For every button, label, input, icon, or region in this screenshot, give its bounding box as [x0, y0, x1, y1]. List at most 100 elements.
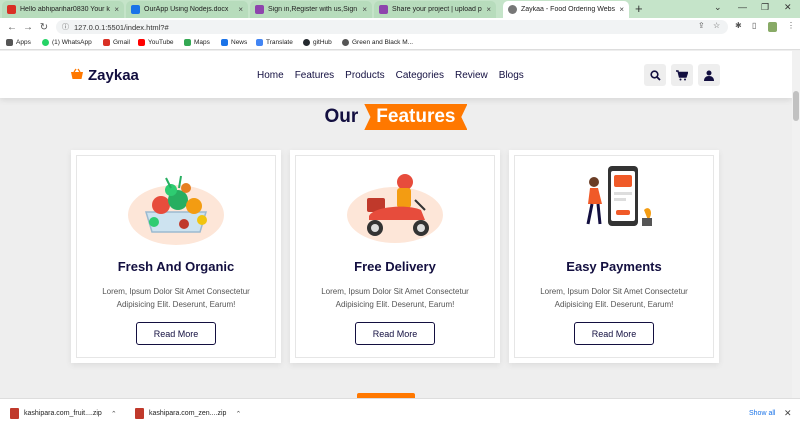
nav-home[interactable]: Home: [257, 70, 284, 81]
feature-card-delivery: Free Delivery Lorem, Ipsum Dolor Sit Ame…: [290, 150, 500, 363]
forward-icon[interactable]: →: [20, 22, 36, 33]
back-icon[interactable]: ←: [4, 22, 20, 33]
bookmark-label: News: [231, 39, 248, 46]
browser-tab[interactable]: OurApp Using Nodejs.docx ×: [126, 1, 248, 18]
download-filename: kashipara.com_zen....zip: [149, 410, 227, 417]
sidebar-icon[interactable]: ▯: [752, 21, 756, 30]
bookmark-gmail[interactable]: Gmail: [103, 39, 130, 46]
browser-toolbar: ← → ↻ ⓘ 127.0.0.1:5501/index.html?# ⇪ ☆ …: [0, 18, 800, 36]
show-all-link[interactable]: Show all: [749, 410, 775, 417]
info-icon[interactable]: ⓘ: [62, 22, 69, 32]
bookmark-translate[interactable]: Translate: [256, 39, 293, 46]
close-icon[interactable]: ×: [619, 5, 624, 14]
tab-label: Hello abhiparihar0830 Your kash...: [20, 6, 110, 13]
restore-icon[interactable]: ❐: [761, 2, 769, 13]
downloads-bar: kashipara.com_fruit....zip ⌃ kashipara.c…: [0, 398, 800, 429]
tab-label: OurApp Using Nodejs.docx: [144, 6, 229, 13]
read-more-button[interactable]: Read More: [574, 322, 654, 345]
browser-tab[interactable]: Sign in,Register with us,Sign Up... ×: [250, 1, 372, 18]
tab-label: Sign in,Register with us,Sign Up...: [268, 6, 358, 13]
zip-file-icon: [10, 408, 19, 419]
github-icon: [303, 39, 310, 46]
read-more-button[interactable]: Read More: [355, 322, 435, 345]
nav-categories[interactable]: Categories: [396, 70, 444, 81]
cart-button[interactable]: [671, 64, 693, 86]
youtube-icon: [138, 39, 145, 46]
nav-blogs[interactable]: Blogs: [499, 70, 524, 81]
bookmark-green-black[interactable]: Green and Black M...: [342, 39, 413, 46]
apps-grid-icon: [6, 39, 13, 46]
page-viewport: Zaykaa Home Features Products Categories…: [0, 51, 792, 398]
card-description: Lorem, Ipsum Dolor Sit Amet Consectetur …: [321, 287, 469, 309]
card-title: Fresh And Organic: [117, 259, 235, 274]
site-header: Zaykaa Home Features Products Categories…: [0, 51, 792, 98]
search-button[interactable]: [644, 64, 666, 86]
chevron-down-icon[interactable]: ⌄: [714, 2, 722, 13]
bookmark-github[interactable]: gitHub: [303, 39, 332, 46]
bookmark-label: gitHub: [313, 39, 332, 46]
delivery-scooter-illustration: [347, 174, 443, 243]
browser-tab[interactable]: Hello abhiparihar0830 Your kash... ×: [2, 1, 124, 18]
reload-icon[interactable]: ↻: [36, 22, 52, 33]
read-more-button[interactable]: Read More: [136, 322, 216, 345]
share-icon[interactable]: ⇪: [698, 21, 705, 30]
news-icon: [221, 39, 228, 46]
bookmark-maps[interactable]: Maps: [184, 39, 210, 46]
nav-products[interactable]: Products: [345, 70, 384, 81]
bookmark-label: YouTube: [148, 39, 174, 46]
user-button[interactable]: [698, 64, 720, 86]
close-window-icon[interactable]: ✕: [784, 2, 792, 13]
menu-icon[interactable]: ⋮: [787, 21, 795, 30]
nav-features[interactable]: Features: [295, 70, 334, 81]
bookmark-label: Apps: [16, 39, 31, 46]
nav-review[interactable]: Review: [455, 70, 488, 81]
maps-icon: [184, 39, 191, 46]
section-heading: Our Features: [0, 104, 792, 130]
download-item[interactable]: kashipara.com_fruit....zip ⌃: [10, 408, 117, 419]
gmail-icon: [103, 39, 110, 46]
search-icon: [649, 69, 661, 81]
bookmark-label: Translate: [266, 39, 293, 46]
address-bar[interactable]: ⓘ 127.0.0.1:5501/index.html?#: [56, 20, 728, 34]
bookmark-apps[interactable]: Apps: [6, 39, 31, 46]
bookmark-news[interactable]: News: [221, 39, 247, 46]
brand-name: Zaykaa: [88, 67, 139, 84]
close-icon[interactable]: ×: [238, 5, 243, 14]
chevron-up-icon[interactable]: ⌃: [235, 410, 241, 418]
close-icon[interactable]: ×: [362, 5, 367, 14]
bookmark-label: Green and Black M...: [352, 39, 414, 46]
new-tab-button[interactable]: +: [635, 2, 643, 15]
shopping-basket-icon: [70, 68, 84, 83]
minimize-icon[interactable]: —: [738, 2, 747, 12]
heading-our: Our: [324, 106, 359, 127]
whatsapp-icon: [42, 39, 49, 46]
browser-tab-strip: Hello abhiparihar0830 Your kash... × Our…: [0, 0, 800, 18]
bookmark-youtube[interactable]: YouTube: [138, 39, 174, 46]
brand-logo[interactable]: Zaykaa: [70, 67, 139, 84]
bookmark-label: (1) WhatsApp: [52, 39, 92, 46]
bookmark-whatsapp[interactable]: (1) WhatsApp: [42, 39, 92, 46]
heading-features: Features: [364, 104, 468, 130]
site-icon: [379, 5, 388, 14]
extensions-icon[interactable]: ✱: [735, 21, 742, 30]
browser-tab[interactable]: Share your project | upload proje... ×: [374, 1, 496, 18]
bookmark-label: Maps: [194, 39, 210, 46]
close-icon[interactable]: ×: [114, 5, 119, 14]
bookmark-label: Gmail: [113, 39, 130, 46]
close-icon[interactable]: ✕: [784, 408, 792, 419]
bookmarks-bar: Apps (1) WhatsApp Gmail YouTube Maps New…: [0, 36, 800, 50]
profile-avatar[interactable]: [768, 22, 777, 32]
translate-icon: [256, 39, 263, 46]
scrollbar-thumb[interactable]: [793, 91, 799, 121]
tab-label: Zaykaa - Food Ordering Website: [521, 6, 616, 13]
globe-icon: [508, 5, 517, 14]
close-icon[interactable]: ×: [486, 5, 491, 14]
star-icon[interactable]: ☆: [713, 21, 720, 30]
vegetable-bowl-illustration: [128, 175, 224, 245]
tab-label: Share your project | upload proje...: [392, 6, 482, 13]
page-scrollbar[interactable]: [792, 51, 800, 398]
chevron-up-icon[interactable]: ⌃: [111, 410, 117, 418]
cart-icon: [676, 69, 688, 80]
download-item[interactable]: kashipara.com_zen....zip ⌃: [135, 408, 241, 419]
browser-tab-active[interactable]: Zaykaa - Food Ordering Website ×: [503, 1, 629, 18]
